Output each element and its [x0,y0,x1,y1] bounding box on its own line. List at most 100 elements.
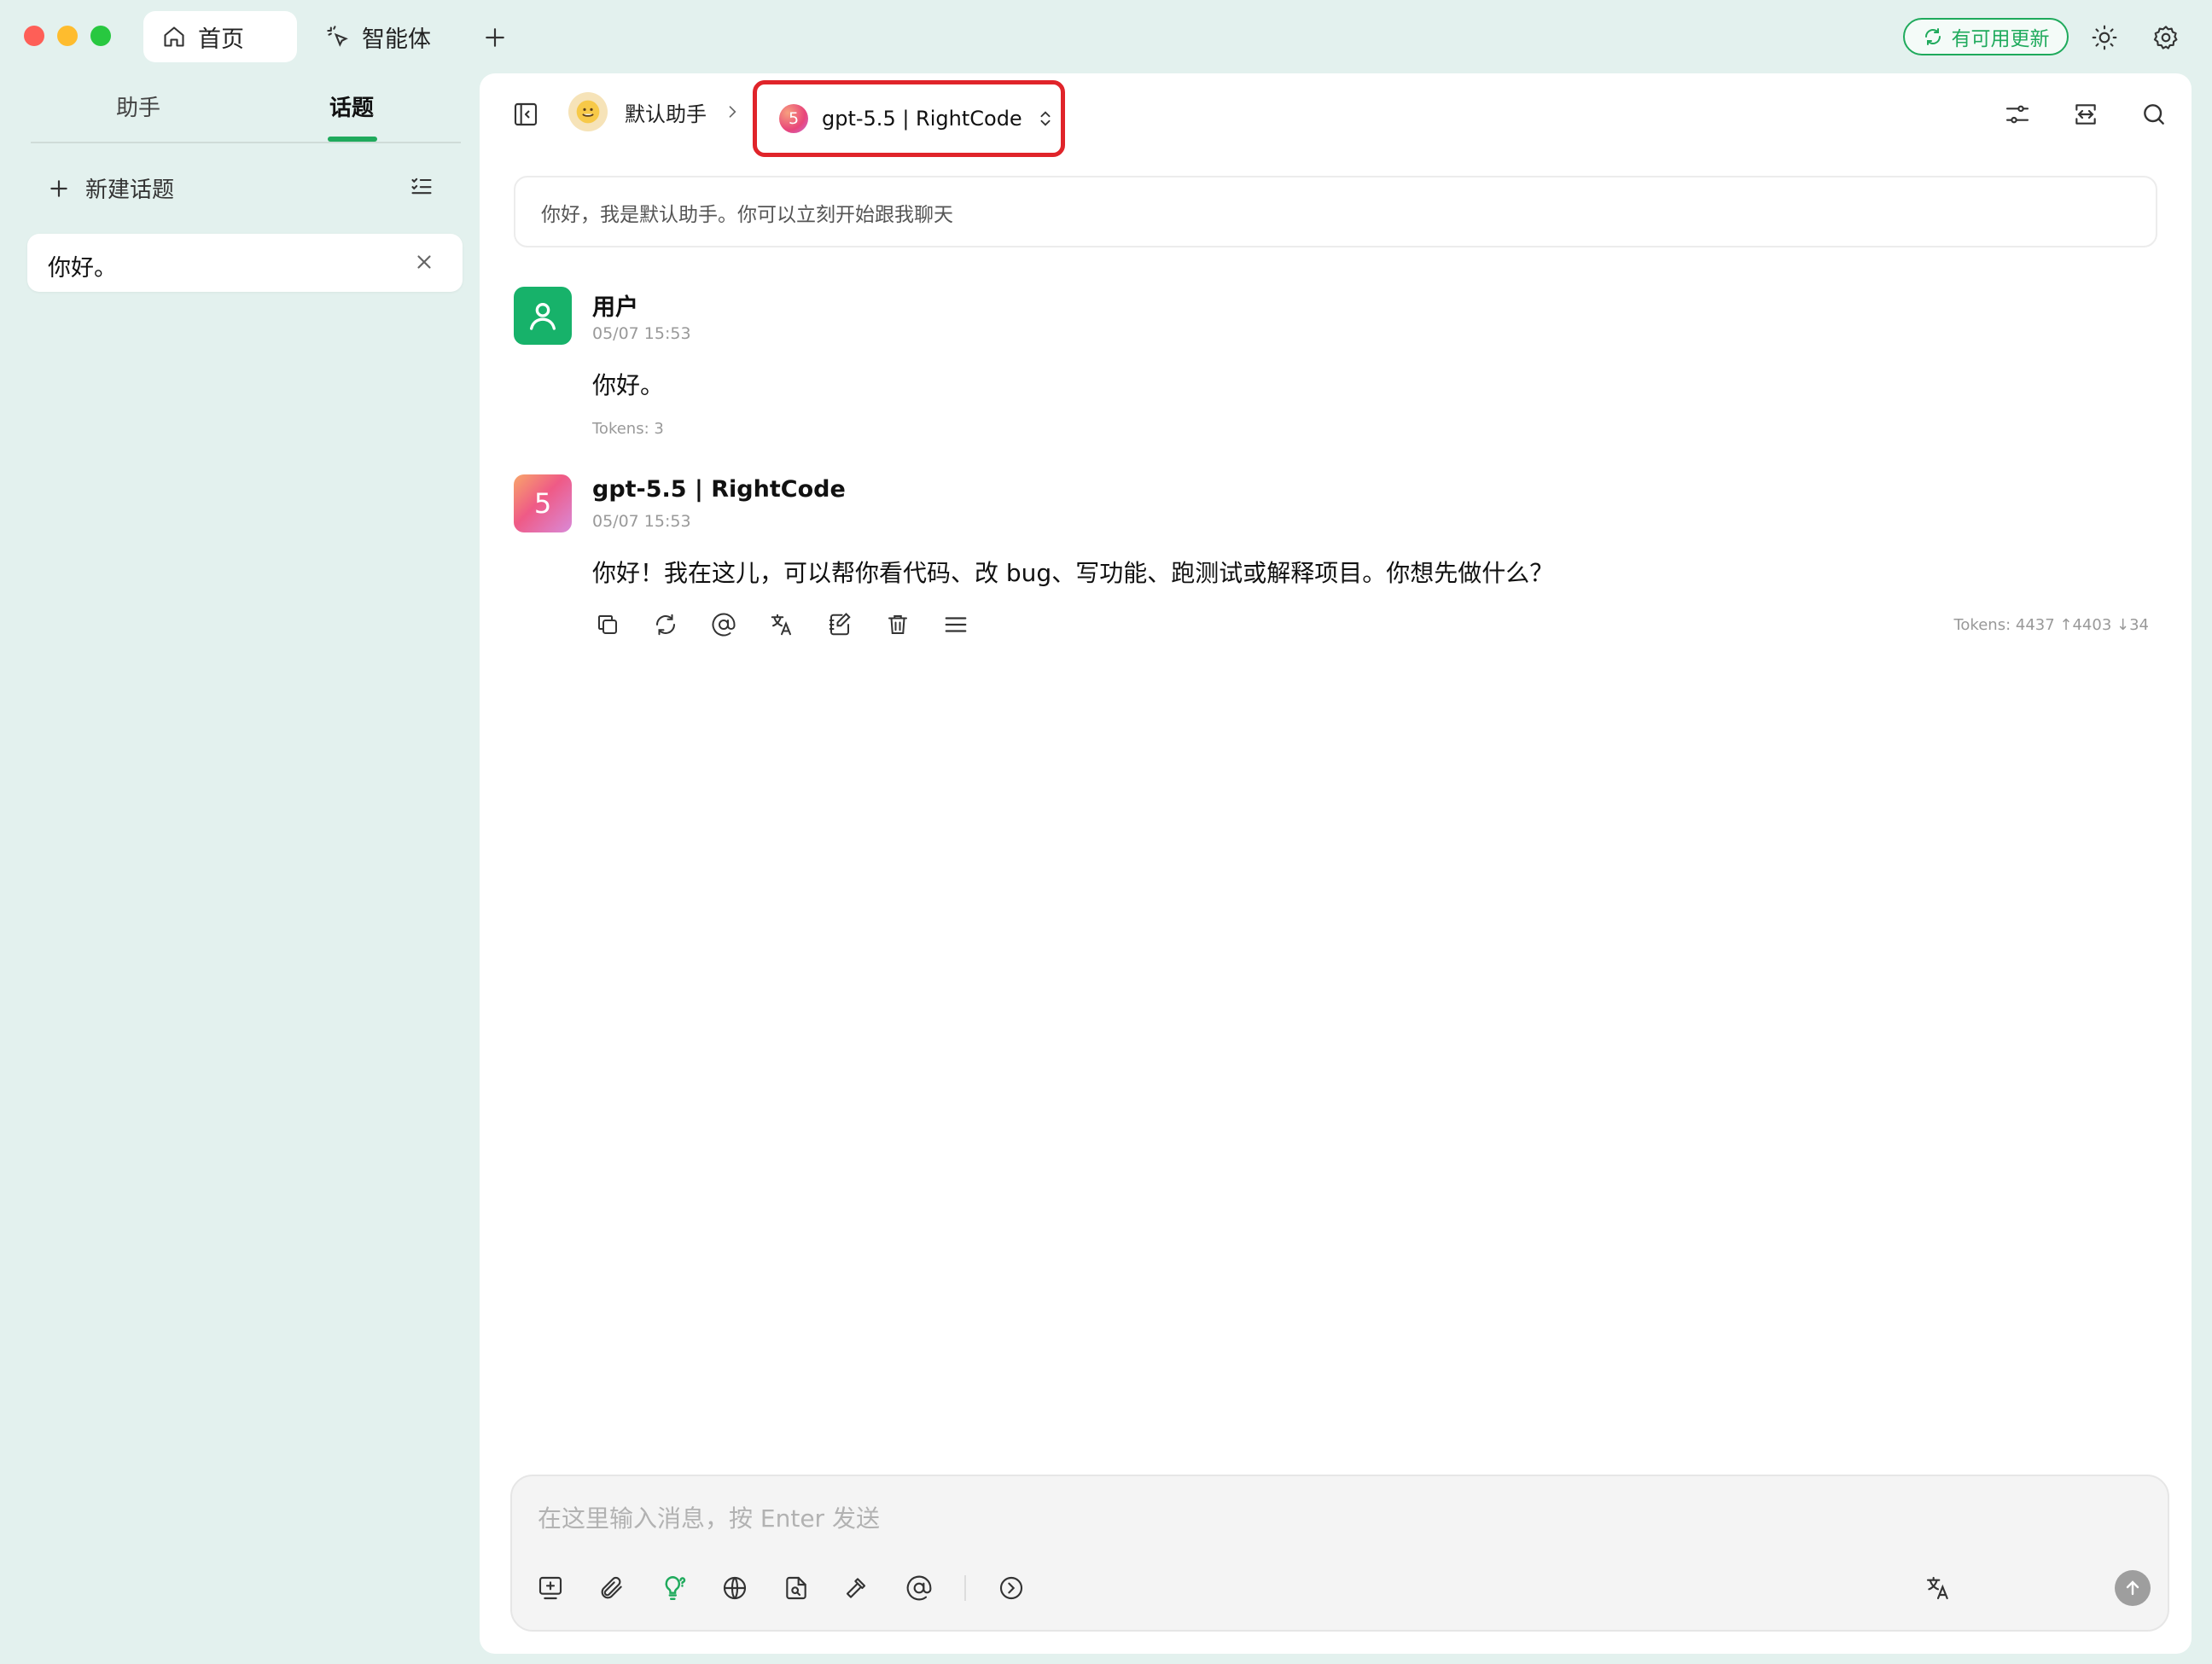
sparkle-cursor-icon [326,25,350,49]
close-window-button[interactable] [24,26,44,46]
message-actions [592,609,971,640]
edit-button[interactable] [824,609,855,640]
user-avatar [514,287,572,345]
theme-toggle-button[interactable] [2087,20,2122,55]
message-content: 你好。 [592,371,665,399]
mcp-tools-button[interactable] [840,1570,876,1606]
title-bar: 首页 智能体 有可用更新 [0,0,2212,73]
chevron-up-down-icon [1040,111,1051,126]
new-topic-label: 新建话题 [85,177,175,203]
model-avatar: 5 [779,104,808,133]
chat-panel: 默认助手 5 gpt-5.5 | RightCode 你好，我是默认助手。你可以… [480,73,2192,1654]
translate-icon [1926,1576,1948,1600]
tab-home-label: 首页 [198,26,244,53]
assistant-avatar [568,92,608,131]
chevron-right-icon [729,106,736,118]
home-icon [162,25,186,49]
search-icon [2144,104,2164,125]
update-available-button[interactable]: 有可用更新 [1903,18,2069,55]
topic-item-label: 你好。 [48,255,117,282]
paperclip-icon [601,1576,622,1599]
checklist-icon [411,177,432,195]
toolbar-divider [964,1575,966,1601]
tab-assistants[interactable]: 助手 [116,90,160,122]
settings-button[interactable] [2149,20,2183,55]
sun-icon [2092,25,2117,50]
active-tab-indicator [328,137,377,142]
sidebar-tabs: 助手 话题 [31,73,461,143]
send-button[interactable] [2115,1570,2151,1606]
more-menu-button[interactable] [940,609,971,640]
message-tokens: Tokens: 3 [592,420,664,438]
welcome-message: 你好，我是默认助手。你可以立刻开始跟我聊天 [514,176,2157,247]
smiley-icon [576,100,600,124]
globe-icon [723,1576,747,1600]
chevron-right-circle-icon [999,1576,1023,1600]
message-user: 用户 05/07 15:53 你好。 Tokens: 3 [514,287,2157,440]
sidebar: 助手 话题 新建话题 你好。 [0,73,478,1664]
maximize-window-button[interactable] [90,26,111,46]
new-chat-icon [538,1576,562,1600]
message-author: 用户 [592,294,638,321]
expand-tools-button[interactable] [993,1570,1029,1606]
arrow-up-icon [2126,1580,2139,1596]
topic-item[interactable]: 你好。 [27,234,463,292]
gear-icon [2153,26,2178,49]
copy-icon [598,615,617,634]
web-search-button[interactable] [717,1570,753,1606]
mention-model-button[interactable] [708,609,739,640]
message-composer [510,1475,2169,1632]
regenerate-button[interactable] [650,609,681,640]
plus-icon [50,179,67,197]
attach-file-button[interactable] [594,1570,630,1606]
message-input[interactable] [536,1498,2127,1538]
copy-button[interactable] [592,609,623,640]
edit-note-icon [829,613,851,636]
translate-icon [771,614,791,636]
tab-home[interactable]: 首页 [143,11,297,62]
translate-button[interactable] [766,609,797,640]
assistant-breadcrumb[interactable]: 默认助手 [568,92,741,131]
new-topic-tool-button[interactable] [533,1570,568,1606]
at-sign-icon [712,613,736,637]
message-tokens: Tokens: 4437 ↑4403 ↓34 [1953,616,2149,634]
model-selector[interactable]: 5 gpt-5.5 | RightCode [753,80,1065,157]
knowledge-base-button[interactable] [778,1570,814,1606]
delete-button[interactable] [882,609,913,640]
mention-model-tool-button[interactable] [901,1570,937,1606]
model-name: gpt-5.5 | RightCode [822,107,1022,131]
assistant-model-avatar: 5 [514,474,572,532]
at-sign-icon [906,1575,932,1601]
hammer-icon [846,1578,866,1598]
close-icon[interactable] [413,251,435,273]
topic-list-options-button[interactable] [410,174,434,198]
user-icon [530,303,556,330]
sliders-icon [2005,105,2029,124]
message-content: 你好！我在这儿，可以帮你看代码、改 bug、写功能、跑测试或解释项目。你想先做什… [592,559,1554,587]
file-search-icon [786,1576,806,1600]
update-label: 有可用更新 [1951,28,2050,50]
toggle-sidebar-button[interactable] [509,97,543,131]
plus-icon [486,28,504,47]
search-button[interactable] [2137,97,2171,131]
message-assistant: 5 gpt-5.5 | RightCode 05/07 15:53 你好！我在这… [514,474,2157,662]
refresh-icon [1924,28,1941,45]
tab-topics[interactable]: 话题 [329,90,374,122]
refresh-icon [656,614,675,636]
chat-header: 默认助手 5 gpt-5.5 | RightCode [480,73,2192,159]
expand-width-button[interactable] [2069,97,2103,131]
minimize-window-button[interactable] [57,26,78,46]
new-topic-button[interactable]: 新建话题 [48,172,174,204]
sidebar-collapse-icon [514,102,538,126]
chat-settings-button[interactable] [2000,97,2034,131]
trash-icon [888,615,907,634]
menu-icon [945,617,967,632]
translate-input-button[interactable] [1920,1570,1956,1606]
message-timestamp: 05/07 15:53 [592,512,691,531]
message-timestamp: 05/07 15:53 [592,324,691,343]
message-author: gpt-5.5 | RightCode [592,476,846,503]
add-tab-button[interactable] [478,20,512,55]
expand-horizontal-icon [2075,104,2096,125]
thinking-mode-button[interactable] [655,1570,691,1606]
tab-agents[interactable]: 智能体 [307,11,461,62]
